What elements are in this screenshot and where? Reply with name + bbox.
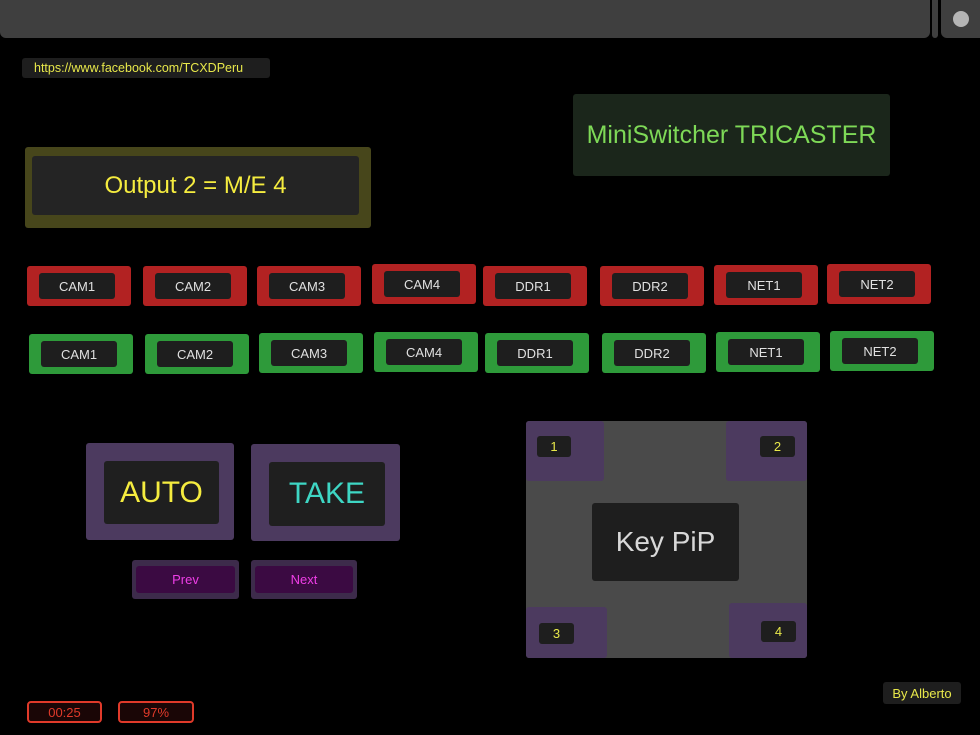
pip-corner-3[interactable]: 3 xyxy=(526,607,607,658)
button-label: NET1 xyxy=(728,339,804,365)
button-label: NET1 xyxy=(726,272,802,298)
pip-corner-label: 4 xyxy=(761,621,796,642)
pip-corner-label: 3 xyxy=(539,623,574,644)
preview-ddr2-button[interactable]: DDR2 xyxy=(602,333,706,373)
button-label: DDR1 xyxy=(497,340,573,366)
button-label: CAM3 xyxy=(269,273,345,299)
button-label: DDR2 xyxy=(612,273,688,299)
program-cam1-button[interactable]: CAM1 xyxy=(27,266,131,306)
next-button[interactable]: Next xyxy=(251,560,357,599)
circle-icon[interactable] xyxy=(953,11,969,27)
program-net2-button[interactable]: NET2 xyxy=(827,264,931,304)
app-title: MiniSwitcher TRICASTER xyxy=(573,94,890,176)
button-label: CAM3 xyxy=(271,340,347,366)
pip-corner-4[interactable]: 4 xyxy=(729,603,807,658)
preview-cam3-button[interactable]: CAM3 xyxy=(259,333,363,373)
button-label: CAM2 xyxy=(157,341,233,367)
prev-button[interactable]: Prev xyxy=(132,560,239,599)
pip-corner-2[interactable]: 2 xyxy=(726,421,807,481)
take-button[interactable]: TAKE xyxy=(251,444,400,541)
take-label: TAKE xyxy=(269,462,385,526)
button-label: DDR2 xyxy=(614,340,690,366)
preview-ddr1-button[interactable]: DDR1 xyxy=(485,333,589,373)
prev-label: Prev xyxy=(136,566,235,593)
button-label: CAM1 xyxy=(39,273,115,299)
preview-cam4-button[interactable]: CAM4 xyxy=(374,332,478,372)
pip-corner-label: 1 xyxy=(537,436,571,457)
top-bar-divider xyxy=(932,0,938,38)
preview-net1-button[interactable]: NET1 xyxy=(716,332,820,372)
button-label: NET2 xyxy=(842,338,918,364)
program-cam2-button[interactable]: CAM2 xyxy=(143,266,247,306)
preview-net2-button[interactable]: NET2 xyxy=(830,331,934,371)
url-label[interactable]: https://www.facebook.com/TCXDPeru xyxy=(22,58,270,78)
key-pip-button[interactable]: Key PiP xyxy=(592,503,739,581)
credit-label: By Alberto xyxy=(883,682,961,704)
preview-cam2-button[interactable]: CAM2 xyxy=(145,334,249,374)
button-label: CAM2 xyxy=(155,273,231,299)
button-label: CAM4 xyxy=(384,271,460,297)
auto-button[interactable]: AUTO xyxy=(86,443,234,540)
battery-indicator: 97% xyxy=(118,701,194,723)
next-label: Next xyxy=(255,566,353,593)
button-label: DDR1 xyxy=(495,273,571,299)
time-indicator: 00:25 xyxy=(27,701,102,723)
program-cam3-button[interactable]: CAM3 xyxy=(257,266,361,306)
button-label: NET2 xyxy=(839,271,915,297)
pip-corner-1[interactable]: 1 xyxy=(526,421,604,481)
top-bar xyxy=(0,0,930,38)
program-ddr1-button[interactable]: DDR1 xyxy=(483,266,587,306)
preview-cam1-button[interactable]: CAM1 xyxy=(29,334,133,374)
button-label: CAM4 xyxy=(386,339,462,365)
program-net1-button[interactable]: NET1 xyxy=(714,265,818,305)
output-label: Output 2 = M/E 4 xyxy=(32,156,359,215)
button-label: CAM1 xyxy=(41,341,117,367)
pip-corner-label: 2 xyxy=(760,436,795,457)
program-ddr2-button[interactable]: DDR2 xyxy=(600,266,704,306)
auto-label: AUTO xyxy=(104,461,219,524)
program-cam4-button[interactable]: CAM4 xyxy=(372,264,476,304)
